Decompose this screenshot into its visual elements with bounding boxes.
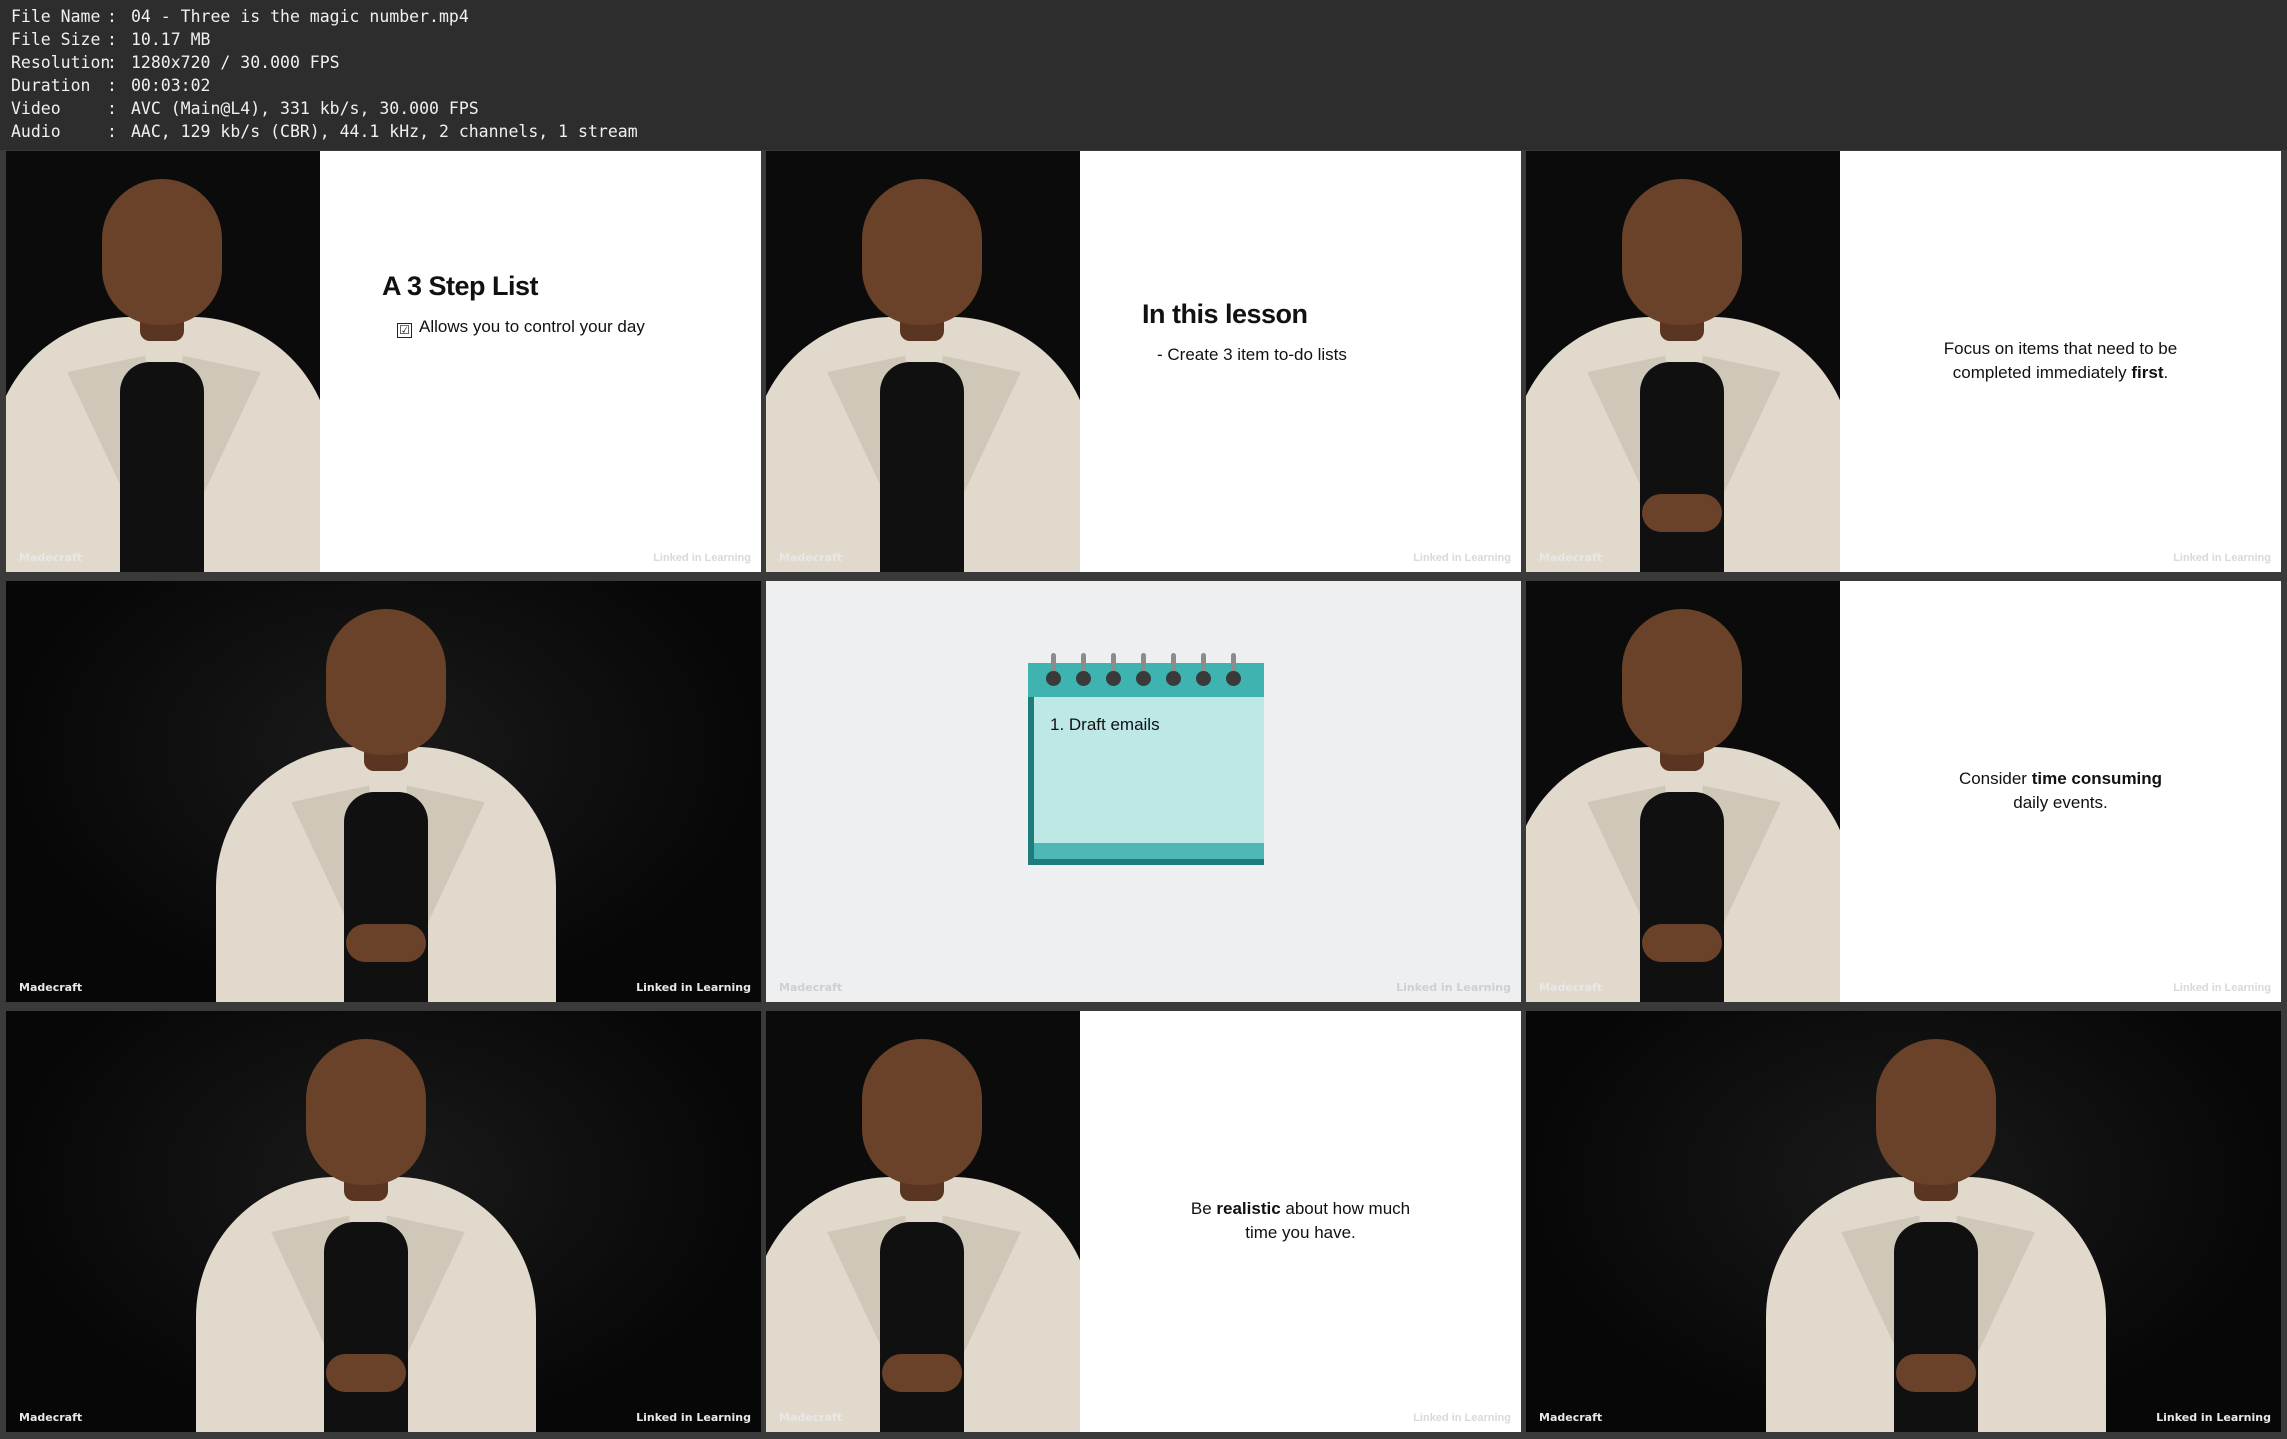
thumbnail-frame-7: Madecraft Linked in Learning xyxy=(6,1011,761,1432)
presenter-figure xyxy=(1766,1011,2106,1432)
presenter-figure xyxy=(766,1011,1080,1432)
madecraft-watermark: Madecraft xyxy=(1539,981,1603,994)
presenter-figure xyxy=(216,581,556,1002)
presenter-video: Madecraft Linked in Learning xyxy=(1526,1011,2281,1432)
presenter-figure xyxy=(196,1011,536,1432)
linkedin-learning-watermark: Linked in Learning xyxy=(653,552,751,564)
thumbnail-frame-8: Madecraft Be realistic about how much ti… xyxy=(766,1011,1521,1432)
presenter-video: Madecraft Linked in Learning xyxy=(6,581,761,1002)
meta-duration: Duration:00:03:02 xyxy=(11,76,211,95)
slide-text: Be realistic about how much time you hav… xyxy=(1190,1199,1411,1242)
slide-panel: Focus on items that need to be completed… xyxy=(1840,151,2281,572)
thumbnail-frame-6: Madecraft Consider time consuming daily … xyxy=(1526,581,2281,1002)
presenter-figure xyxy=(6,151,320,572)
meta-file-name: File Name:04 - Three is the magic number… xyxy=(11,7,469,26)
presenter-video: Madecraft xyxy=(6,151,320,572)
presenter-video: Madecraft xyxy=(1526,151,1840,572)
madecraft-watermark: Madecraft xyxy=(779,1411,843,1424)
madecraft-watermark: Madecraft xyxy=(1539,551,1603,564)
presenter-figure xyxy=(1526,151,1840,572)
madecraft-watermark: Madecraft xyxy=(19,1411,83,1424)
linkedin-learning-watermark: Linked in Learning xyxy=(2156,1411,2271,1424)
thumbnail-frame-3: Madecraft Focus on items that need to be… xyxy=(1526,151,2281,572)
madecraft-watermark: Madecraft xyxy=(19,981,83,994)
meta-audio: Audio: AAC, 129 kb/s (CBR), 44.1 kHz, 2 c… xyxy=(11,122,638,141)
presenter-video: Madecraft xyxy=(766,151,1080,572)
madecraft-watermark: Madecraft xyxy=(19,551,83,564)
slide-title: A 3 Step List xyxy=(382,271,539,301)
meta-file-size: File Size:10.17 MB xyxy=(11,30,211,49)
slide-bullet: - Create 3 item to-do lists xyxy=(1157,345,1347,364)
linkedin-learning-watermark: Linked in Learning xyxy=(1396,981,1511,994)
thumbnail-frame-9: Madecraft Linked in Learning xyxy=(1526,1011,2281,1432)
presenter-video: Madecraft Linked in Learning xyxy=(6,1011,761,1432)
thumbnail-frame-5: 1. Draft emails Madecraft Linked in Lear… xyxy=(766,581,1521,1002)
slide-text: Consider time consuming daily events. xyxy=(1958,769,2163,812)
linkedin-learning-watermark: Linked in Learning xyxy=(2173,552,2271,564)
thumbnail-frame-4: Madecraft Linked in Learning xyxy=(6,581,761,1002)
slide-panel: In this lesson - Create 3 item to-do lis… xyxy=(1080,151,1521,572)
meta-video: Video: AVC (Main@L4), 331 kb/s, 30.000 FP… xyxy=(11,99,479,118)
presenter-figure xyxy=(766,151,1080,572)
checkbox-icon: ☑ xyxy=(397,323,412,338)
meta-resolution: Resolution: 1280x720 / 30.000 FPS xyxy=(11,53,340,72)
presenter-figure xyxy=(1526,581,1840,1002)
slide-panel: A 3 Step List ☑ Allows you to control you… xyxy=(320,151,761,572)
notepad-item: 1. Draft emails xyxy=(1050,715,1160,734)
thumbnail-frame-2: Madecraft In this lesson - Create 3 item… xyxy=(766,151,1521,572)
madecraft-watermark: Madecraft xyxy=(779,551,843,564)
slide-text: Focus on items that need to be completed… xyxy=(1943,339,2178,382)
linkedin-learning-watermark: Linked in Learning xyxy=(1413,1412,1511,1424)
madecraft-watermark: Madecraft xyxy=(779,981,843,994)
slide-title: In this lesson xyxy=(1142,299,1308,329)
notepad-illustration: 1. Draft emails xyxy=(1028,653,1264,865)
linkedin-learning-watermark: Linked in Learning xyxy=(1413,552,1511,564)
thumbnail-frame-1: Madecraft A 3 Step List ☑ Allows you to c… xyxy=(6,151,761,572)
presenter-video: Madecraft xyxy=(1526,581,1840,1002)
linkedin-learning-watermark: Linked in Learning xyxy=(636,1411,751,1424)
slide-bullet: ☑ Allows you to control your day xyxy=(397,317,645,338)
slide-panel: Be realistic about how much time you hav… xyxy=(1080,1011,1521,1432)
file-info-header: File Name:04 - Three is the magic number… xyxy=(0,0,2287,150)
slide-panel: Consider time consuming daily events. Li… xyxy=(1840,581,2281,1002)
madecraft-watermark: Madecraft xyxy=(1539,1411,1603,1424)
presenter-video: Madecraft xyxy=(766,1011,1080,1432)
linkedin-learning-watermark: Linked in Learning xyxy=(2173,982,2271,994)
linkedin-learning-watermark: Linked in Learning xyxy=(636,981,751,994)
